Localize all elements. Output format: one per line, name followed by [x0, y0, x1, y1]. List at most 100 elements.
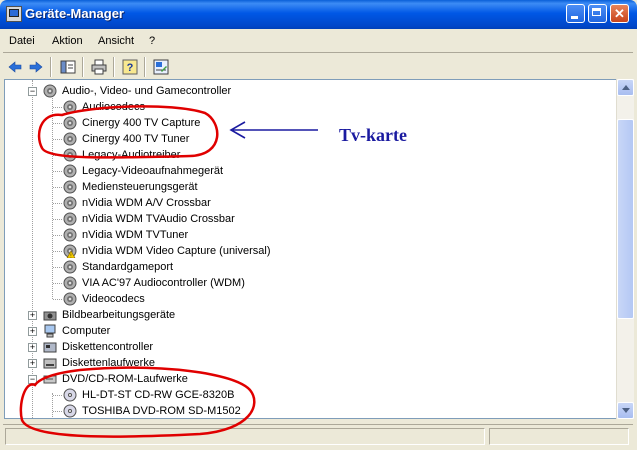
minimize-button[interactable]: [566, 4, 585, 23]
tree-item-label: Videocodecs: [82, 293, 145, 305]
tree-line: [53, 395, 62, 396]
tree-line: [53, 251, 62, 252]
tree-category-item[interactable]: + Bildbearbeitungsgeräte: [5, 307, 605, 323]
collapse-icon[interactable]: −: [28, 375, 37, 384]
maximize-icon: [592, 8, 601, 16]
collapse-icon[interactable]: −: [28, 87, 37, 96]
tree-device-item[interactable]: Cinergy 400 TV Tuner: [5, 131, 605, 147]
toolbar: ?: [3, 52, 633, 80]
tree-item-label: VIA AC'97 Audiocontroller (WDM): [82, 277, 245, 289]
tree-device-item[interactable]: Legacy-Audiotreiber: [5, 147, 605, 163]
tree-device-item[interactable]: nVidia WDM A/V Crossbar: [5, 195, 605, 211]
speaker-icon: [63, 292, 77, 306]
speaker-icon: [63, 180, 77, 194]
toolbar-separator: [144, 57, 146, 77]
tree-category-item[interactable]: + Diskettenlaufwerke: [5, 355, 605, 371]
tree-line: [53, 299, 62, 300]
tree-item-label: nVidia WDM A/V Crossbar: [82, 197, 211, 209]
tree-category-audio[interactable]: − Audio-, Video- und Gamecontroller: [5, 83, 605, 99]
speaker-icon: [63, 164, 77, 178]
menu-aktion[interactable]: Aktion: [52, 35, 83, 47]
tree-device-item[interactable]: HL-DT-ST CD-RW GCE-8320B: [5, 387, 605, 403]
tree-line: [53, 283, 62, 284]
scroll-down-button[interactable]: [617, 402, 634, 419]
expand-icon[interactable]: +: [28, 311, 37, 320]
tree-item-label: Audio-, Video- und Gamecontroller: [62, 85, 232, 97]
tree-device-item[interactable]: ! nVidia WDM Video Capture (universal): [5, 243, 605, 259]
tree-item-label: TOSHIBA DVD-ROM SD-M1502: [82, 405, 241, 417]
expand-icon[interactable]: +: [28, 327, 37, 336]
speaker-icon: [63, 148, 77, 162]
toolbar-separator: [113, 57, 115, 77]
tree-device-item[interactable]: nVidia WDM TVAudio Crossbar: [5, 211, 605, 227]
close-icon: ✕: [614, 6, 625, 21]
tree-item-label: Computer: [62, 325, 111, 337]
tree-item-label: Mediensteuerungsgerät: [82, 181, 198, 193]
speaker-icon: [63, 212, 77, 226]
tree-category-dvd[interactable]: − DVD/CD-ROM-Laufwerke: [5, 371, 605, 387]
help-icon[interactable]: ?: [122, 59, 138, 75]
device-manager-window: Geräte-Manager ✕ Datei Aktion Ansicht ?: [0, 0, 637, 450]
scroll-up-button[interactable]: [617, 79, 634, 96]
window-title: Geräte-Manager: [25, 6, 124, 21]
tree-item-label: Cinergy 400 TV Tuner: [82, 133, 190, 145]
tree-line: [53, 107, 62, 108]
expand-icon[interactable]: +: [28, 343, 37, 352]
scrollbar-thumb[interactable]: [617, 119, 634, 319]
tree-item-label: Cinergy 400 TV Capture: [82, 117, 201, 129]
vertical-scrollbar[interactable]: [616, 79, 634, 419]
tree-device-item[interactable]: Audiocodecs: [5, 99, 605, 115]
tree-device-item[interactable]: Standardgameport: [5, 259, 605, 275]
tree-item-label: Bildbearbeitungsgeräte: [62, 309, 176, 321]
toolbar-separator: [82, 57, 84, 77]
back-arrow-icon[interactable]: [7, 59, 23, 75]
device-tree[interactable]: − Audio-, Video- und Gamecontroller Audi…: [4, 79, 618, 419]
tree-item-label: DVD/CD-ROM-Laufwerke: [62, 373, 188, 385]
close-button[interactable]: ✕: [610, 4, 629, 23]
speaker-icon: [63, 260, 77, 274]
menu-ansicht[interactable]: Ansicht: [98, 35, 134, 47]
properties-icon[interactable]: [153, 59, 169, 75]
maximize-button[interactable]: [588, 4, 607, 23]
tree-category-item[interactable]: + Diskettencontroller: [5, 339, 605, 355]
tree-item-label: Legacy-Videoaufnahmegerät: [82, 165, 224, 177]
console-tree-icon[interactable]: [60, 59, 76, 75]
cd-drive-icon: [43, 375, 57, 384]
print-icon[interactable]: [91, 59, 107, 75]
tree-device-item[interactable]: Videocodecs: [5, 291, 605, 307]
camera-icon: [43, 311, 57, 321]
tree-line: [53, 123, 62, 124]
tree-device-item[interactable]: Mediensteuerungsgerät: [5, 179, 605, 195]
tree-category-item[interactable]: + Computer: [5, 323, 605, 339]
tree-item-label: Standardgameport: [82, 261, 174, 273]
tree-line: [53, 139, 62, 140]
tree-line: [53, 411, 62, 412]
svg-text:!: !: [70, 253, 71, 258]
tree-device-item[interactable]: Legacy-Videoaufnahmegerät: [5, 163, 605, 179]
tree-line: [53, 219, 62, 220]
tree-item-label: Diskettencontroller: [62, 341, 154, 353]
tree-device-item[interactable]: VIA AC'97 Audiocontroller (WDM): [5, 275, 605, 291]
tv-karte-annotation: Tv-karte: [339, 125, 407, 145]
svg-text:?: ?: [127, 62, 134, 74]
speaker-icon: [43, 84, 57, 98]
cd-drive-icon: [63, 404, 77, 418]
expand-icon[interactable]: +: [28, 359, 37, 368]
menu-bar: Datei Aktion Ansicht ?: [3, 30, 633, 53]
tree-line: [53, 187, 62, 188]
toolbar-separator: [50, 57, 52, 77]
forward-arrow-icon[interactable]: [28, 59, 44, 75]
tree-device-item[interactable]: nVidia WDM TVTuner: [5, 227, 605, 243]
menu-help[interactable]: ?: [149, 35, 155, 47]
menu-datei[interactable]: Datei: [9, 35, 35, 47]
speaker-icon: [63, 116, 77, 130]
status-bar: [3, 424, 633, 449]
tree-device-item[interactable]: Cinergy 400 TV Capture: [5, 115, 605, 131]
cd-drive-icon: [63, 388, 77, 402]
speaker-icon: [63, 196, 77, 210]
tree-item-label: nVidia WDM TVAudio Crossbar: [82, 213, 235, 225]
tree-device-item[interactable]: TOSHIBA DVD-ROM SD-M1502: [5, 403, 605, 418]
title-bar[interactable]: Geräte-Manager ✕: [0, 0, 637, 29]
tree-item-label: Diskettenlaufwerke: [62, 357, 155, 369]
tree-item-label: Audiocodecs: [82, 101, 145, 113]
